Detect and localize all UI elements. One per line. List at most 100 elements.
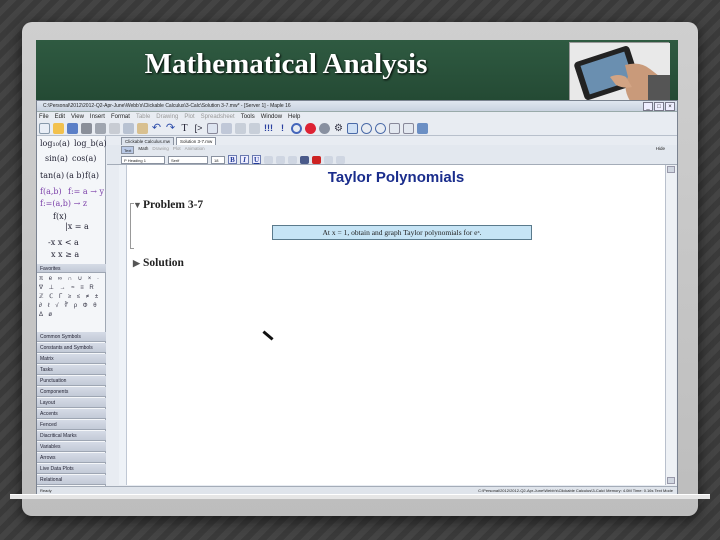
menu-tools[interactable]: Tools — [241, 112, 255, 122]
palette-expr-piecewise-2[interactable]: x x ≥ a — [51, 250, 79, 259]
palette-section-components[interactable]: Components — [37, 387, 106, 397]
palette-section-diacritical[interactable]: Diacritical Marks — [37, 431, 106, 441]
collapse-triangle-icon[interactable]: ▼ — [133, 200, 143, 210]
mode-plot[interactable]: Plot — [173, 146, 181, 154]
italic-icon[interactable]: I — [240, 155, 249, 164]
menu-insert[interactable]: Insert — [90, 112, 105, 122]
mode-math[interactable]: Math — [138, 146, 148, 154]
solution-heading[interactable]: Solution — [143, 257, 184, 269]
maximize-button[interactable]: □ — [654, 102, 664, 111]
mode-animation[interactable]: Animation — [185, 146, 205, 154]
palette-expr-arrow-z[interactable]: f:=(a,b) → z — [40, 199, 87, 208]
palette-expr-log10[interactable]: log₁₀(a) — [40, 139, 70, 148]
mode-drawing[interactable]: Drawing — [152, 146, 169, 154]
bullet-list-icon[interactable] — [324, 155, 333, 164]
zoom-100-icon[interactable] — [347, 123, 358, 134]
table-icon[interactable] — [207, 123, 218, 134]
palette-section-arrows[interactable]: Arrows — [37, 453, 106, 463]
text-color-icon[interactable] — [300, 155, 309, 164]
zoom-out-icon[interactable] — [375, 123, 386, 134]
palette-section-layout[interactable]: Layout — [37, 398, 106, 408]
bold-icon[interactable]: B — [228, 155, 237, 164]
expand-triangle-icon[interactable]: ▶ — [133, 258, 143, 269]
palette-expr-arrow-y[interactable]: f:= a → y — [68, 187, 104, 196]
palette-section-common-symbols[interactable]: Common Symbols — [37, 332, 106, 342]
highlight-color-icon[interactable] — [312, 155, 321, 164]
stop-icon[interactable] — [305, 123, 316, 134]
palette-section-variables[interactable]: Variables — [37, 442, 106, 452]
palette-expr-tan[interactable]: tan(a) — [40, 171, 64, 180]
numbered-list-icon[interactable] — [336, 155, 345, 164]
help-icon[interactable] — [417, 123, 428, 134]
palette-expr-cos[interactable]: cos(a) — [72, 154, 96, 163]
palette-expr-eval-at[interactable]: |x = a — [65, 222, 89, 231]
palette-section-live-data-plots[interactable]: Live Data Plots — [37, 464, 106, 474]
menu-window[interactable]: Window — [261, 112, 282, 122]
outdent-icon[interactable] — [249, 123, 260, 134]
problem-heading[interactable]: Problem 3-7 — [143, 199, 203, 211]
execute-all-icon[interactable]: !!! — [263, 123, 274, 134]
debug-icon[interactable] — [319, 123, 330, 134]
palette-section-tasks[interactable]: Tasks — [37, 365, 106, 375]
palette-section-punctuation[interactable]: Punctuation — [37, 376, 106, 386]
menu-table[interactable]: Table — [136, 112, 150, 122]
menu-plot[interactable]: Plot — [184, 112, 194, 122]
execution-group-icon[interactable]: [> — [193, 123, 204, 134]
close-button[interactable]: × — [665, 102, 675, 111]
menu-spreadsheet[interactable]: Spreadsheet — [201, 112, 235, 122]
section-icon[interactable] — [221, 123, 232, 134]
minimize-button[interactable]: _ — [643, 102, 653, 111]
palette-symbol-grid[interactable]: π e ∞ ∩ ∪ × · ∇ ⊥ → ≈ ≡ R ℤ ℂ Γ ≥ ≤ ≠ ± … — [39, 275, 104, 331]
worksheet-icon[interactable] — [403, 123, 414, 134]
menu-file[interactable]: File — [39, 112, 49, 122]
new-icon[interactable] — [39, 123, 50, 134]
style-select[interactable]: P Heading 1 — [121, 155, 165, 164]
menu-edit[interactable]: Edit — [55, 112, 65, 122]
menu-view[interactable]: View — [71, 112, 84, 122]
align-right-icon[interactable] — [288, 155, 297, 164]
settings-icon[interactable]: ⚙ — [333, 123, 344, 134]
paste-icon[interactable] — [137, 123, 148, 134]
underline-icon[interactable]: U — [252, 155, 261, 164]
open-icon[interactable] — [53, 123, 64, 134]
palette-section-relational[interactable]: Relational — [37, 475, 106, 485]
palette-favorites-header[interactable]: Favorites — [37, 264, 106, 273]
document-icon[interactable] — [389, 123, 400, 134]
restart-icon[interactable] — [291, 123, 302, 134]
text-mode-icon[interactable]: T — [179, 123, 190, 134]
vertical-scrollbar[interactable] — [665, 165, 676, 485]
redo-icon[interactable]: ↷ — [165, 123, 176, 134]
palette-section-fenced[interactable]: Fenced — [37, 420, 106, 430]
menu-help[interactable]: Help — [288, 112, 300, 122]
tab-solution-3-7[interactable]: Solution 3-7.mw — [176, 137, 217, 145]
copy-icon[interactable] — [123, 123, 134, 134]
print-preview-icon[interactable] — [95, 123, 106, 134]
align-center-icon[interactable] — [276, 155, 285, 164]
document-area[interactable]: Taylor Polynomials ▼Problem 3-7 At x = 1… — [127, 165, 665, 485]
palette-expr-fx[interactable]: f(x) — [53, 212, 67, 221]
print-icon[interactable] — [81, 123, 92, 134]
palette-section-matrix[interactable]: Matrix — [37, 354, 106, 364]
scroll-down-button[interactable] — [667, 477, 675, 484]
undo-icon[interactable]: ↶ — [151, 123, 162, 134]
size-select[interactable]: 18 — [211, 155, 225, 164]
zoom-in-icon[interactable] — [361, 123, 372, 134]
cut-icon[interactable] — [109, 123, 120, 134]
palette-section-constants[interactable]: Constants and Symbols — [37, 343, 106, 353]
align-left-icon[interactable] — [264, 155, 273, 164]
palette-expr-piecewise-1[interactable]: -x x < a — [48, 238, 79, 247]
hide-toggle[interactable]: Hide — [656, 146, 665, 151]
menu-format[interactable]: Format — [111, 112, 130, 122]
mode-text[interactable]: Text — [121, 146, 135, 154]
palette-expr-f-ab[interactable]: f(a,b) — [40, 187, 62, 196]
palette-expr-function[interactable]: f(a) — [85, 171, 99, 180]
font-select[interactable]: Serif — [168, 155, 208, 164]
save-icon[interactable] — [67, 123, 78, 134]
execute-icon[interactable]: ! — [277, 123, 288, 134]
palette-section-accents[interactable]: Accents — [37, 409, 106, 419]
palette-expr-logb[interactable]: log_b(a) — [74, 139, 107, 148]
palette-expr-sin[interactable]: sin(a) — [45, 154, 68, 163]
menu-drawing[interactable]: Drawing — [156, 112, 178, 122]
indent-icon[interactable] — [235, 123, 246, 134]
tab-clickable-calculus[interactable]: Clickable Calculus.mw — [121, 137, 175, 145]
